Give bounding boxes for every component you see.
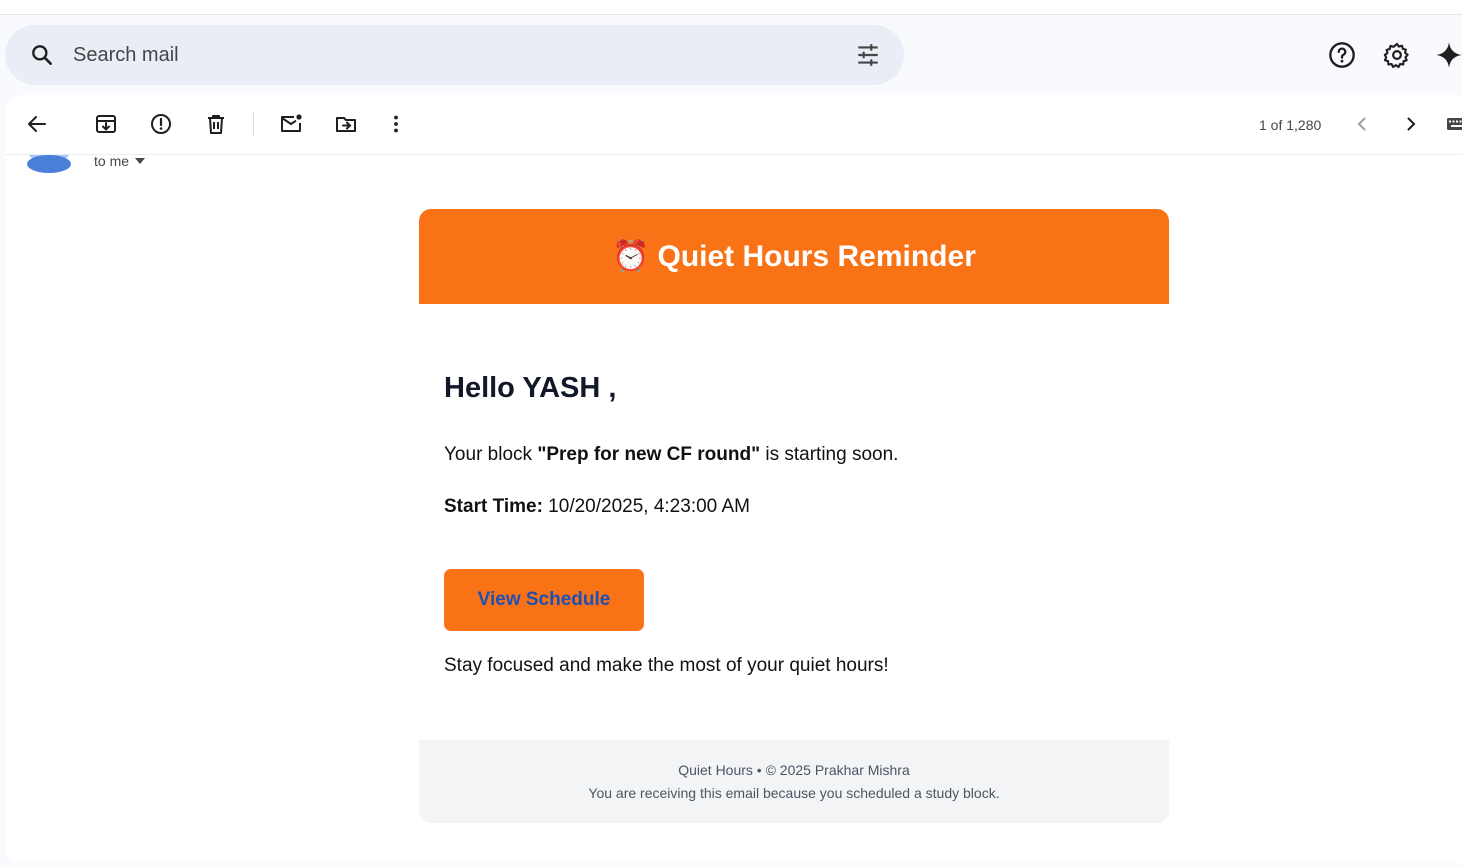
search-input[interactable]: Search mail bbox=[73, 44, 179, 67]
email-greeting: Hello YASH , bbox=[444, 372, 617, 404]
closing-text: Stay focused and make the most of your q… bbox=[444, 655, 889, 676]
email-banner: ⏰ Quiet Hours Reminder bbox=[419, 209, 1169, 304]
back-arrow-icon[interactable] bbox=[25, 112, 49, 136]
search-bar[interactable]: Search mail bbox=[5, 25, 904, 85]
message-counter: 1 of 1,280 bbox=[1259, 117, 1322, 133]
older-chevron-icon[interactable] bbox=[1399, 112, 1423, 136]
settings-icon[interactable] bbox=[1383, 41, 1411, 69]
start-time-label: Start Time: bbox=[444, 496, 543, 517]
delete-icon[interactable] bbox=[204, 112, 228, 136]
alarm-clock-icon: ⏰ bbox=[612, 240, 650, 273]
keyboard-icon[interactable] bbox=[1445, 112, 1462, 136]
block-suffix: is starting soon. bbox=[760, 444, 899, 465]
view-schedule-button[interactable]: View Schedule bbox=[444, 569, 644, 631]
footer-notice: You are receiving this email because you… bbox=[588, 785, 1000, 801]
mark-unread-icon[interactable] bbox=[279, 112, 303, 136]
email-footer: Quiet Hours • © 2025 Prakhar Mishra You … bbox=[419, 740, 1169, 823]
search-options-icon[interactable] bbox=[855, 42, 881, 68]
block-notice: Your block "Prep for new CF round" is st… bbox=[444, 444, 898, 466]
recipient-details[interactable]: to me bbox=[94, 153, 146, 169]
message-toolbar: 1 of 1,280 bbox=[5, 95, 1462, 155]
start-time-value: 10/20/2025, 4:23:00 AM bbox=[542, 496, 750, 517]
start-time: Start Time: 10/20/2025, 4:23:00 AM bbox=[444, 496, 750, 518]
toolbar-divider bbox=[253, 111, 254, 137]
caret-down-icon[interactable] bbox=[135, 158, 146, 164]
more-vert-icon[interactable] bbox=[384, 112, 408, 136]
footer-copyright: Quiet Hours • © 2025 Prakhar Mishra bbox=[678, 762, 910, 778]
newer-chevron-icon[interactable] bbox=[1350, 112, 1374, 136]
block-name: "Prep for new CF round" bbox=[537, 444, 761, 465]
archive-icon[interactable] bbox=[94, 112, 118, 136]
help-icon[interactable] bbox=[1328, 41, 1356, 69]
gemini-icon[interactable] bbox=[1435, 41, 1462, 69]
search-icon[interactable] bbox=[29, 42, 55, 68]
recipient-label: to me bbox=[94, 153, 130, 169]
browser-top-edge bbox=[0, 0, 1462, 15]
block-prefix: Your block bbox=[444, 444, 538, 465]
banner-title: Quiet Hours Reminder bbox=[657, 239, 976, 273]
report-spam-icon[interactable] bbox=[149, 112, 173, 136]
move-to-icon[interactable] bbox=[334, 112, 358, 136]
